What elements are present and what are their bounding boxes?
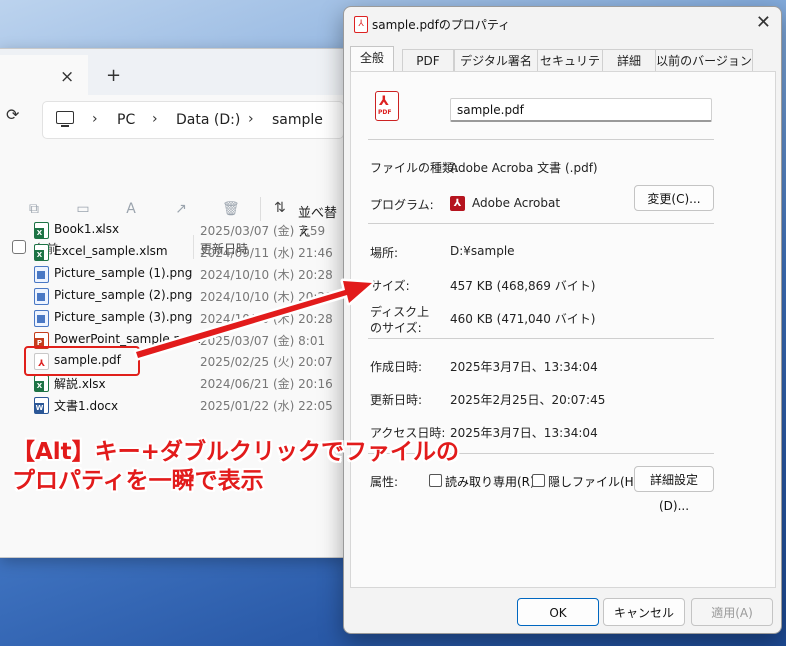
annotation-line-2: プロパティを一瞬で表示 xyxy=(12,468,264,494)
file-row[interactable]: Picture_sample (1).png 2024/10/10 (木) 20… xyxy=(0,263,345,285)
monitor-icon xyxy=(56,111,74,127)
pdf-icon: ⅄ xyxy=(354,16,368,33)
size-value: 457 KB (468,869 バイト) xyxy=(450,279,596,293)
annotation-line-1: 【Alt】キー+ダブルクリックでファイルの xyxy=(12,439,459,465)
image-file-icon xyxy=(34,266,49,283)
pdf-icon: ⅄ PDF xyxy=(375,91,399,121)
file-type-label: ファイルの種類: xyxy=(370,161,459,175)
file-name-field[interactable]: sample.pdf xyxy=(450,98,712,122)
file-date: 2025/03/07 (金) 7:59 xyxy=(200,224,326,238)
change-program-button[interactable]: 変更(C)... xyxy=(634,185,714,211)
cancel-button[interactable]: キャンセル xyxy=(603,598,685,626)
disk-size-label-1: ディスク上 xyxy=(370,305,430,319)
close-tab-icon[interactable]: × xyxy=(60,67,74,87)
file-name: 解説.xlsx xyxy=(54,377,106,391)
tab-general[interactable]: 全般 xyxy=(350,46,394,72)
file-name: Picture_sample (3).png xyxy=(54,310,193,324)
tab-pdf[interactable]: PDF xyxy=(402,49,454,72)
sort-icon[interactable]: ⇅ xyxy=(274,200,286,216)
file-name: Picture_sample (2).png xyxy=(54,288,193,302)
excel-file-icon: X xyxy=(34,244,49,261)
delete-icon[interactable]: 🗑 xyxy=(222,201,240,217)
accessed-value: 2025年3月7日、13:34:04 xyxy=(450,426,598,440)
location-value: D:¥sample xyxy=(450,244,515,258)
tab-digital-signature[interactable]: デジタル署名 xyxy=(454,49,538,72)
file-name: PowerPoint_sample.pptx xyxy=(54,332,201,346)
ok-button[interactable]: OK xyxy=(517,598,599,626)
tab-security[interactable]: セキュリティ xyxy=(537,49,603,90)
image-file-icon xyxy=(34,310,49,327)
location-label: 場所: xyxy=(370,246,399,260)
close-icon[interactable]: ✕ xyxy=(756,12,771,33)
file-name: 文書1.docx xyxy=(54,399,119,413)
file-row[interactable]: W 文書1.docx 2025/01/22 (水) 22:05 xyxy=(0,394,345,416)
program-label: プログラム: xyxy=(370,198,434,212)
modified-value: 2025年2月25日、20:07:45 xyxy=(450,393,606,407)
divider xyxy=(368,338,714,339)
excel-file-icon: X xyxy=(34,375,49,392)
file-name: Book1.xlsx xyxy=(54,222,120,236)
readonly-checkbox[interactable] xyxy=(429,474,442,487)
apply-button[interactable]: 適用(A) xyxy=(691,598,773,626)
readonly-label[interactable]: 読み取り専用(R) xyxy=(445,473,535,490)
file-row[interactable]: Picture_sample (3).png 2024/10/10 (木) 20… xyxy=(0,307,345,329)
tab-details[interactable]: 詳細 xyxy=(602,49,656,72)
file-row[interactable]: X Excel_sample.xlsm 2024/09/11 (水) 21:46 xyxy=(0,241,345,263)
divider xyxy=(368,139,714,140)
share-icon[interactable]: ↗ xyxy=(174,201,188,217)
file-row[interactable]: Picture_sample (2).png 2024/10/10 (木) 20… xyxy=(0,285,345,307)
excel-file-icon: X xyxy=(34,222,49,239)
file-type-value: Adobe Acroba 文書 (.pdf) xyxy=(450,161,598,175)
toolbar-divider xyxy=(260,197,261,221)
hidden-checkbox[interactable] xyxy=(532,474,545,487)
file-date: 2024/06/21 (金) 20:16 xyxy=(200,377,333,391)
file-date: 2024/10/10 (木) 20:28 xyxy=(200,268,333,282)
copy-icon[interactable]: ⧉ xyxy=(27,201,41,217)
general-panel: ⅄ PDF sample.pdf ファイルの種類: Adobe Acroba 文書… xyxy=(350,71,776,588)
created-value: 2025年3月7日、13:34:04 xyxy=(450,360,598,374)
explorer-tab-bar: × + xyxy=(0,49,345,95)
image-file-icon xyxy=(34,288,49,305)
disk-size-label-2: のサイズ: xyxy=(370,321,422,335)
dialog-title: sample.pdfのプロパティ xyxy=(372,18,511,32)
highlight-box xyxy=(24,346,140,376)
created-label: 作成日時: xyxy=(370,360,423,374)
rename-icon[interactable]: A xyxy=(124,201,138,217)
acrobat-icon: ⅄ xyxy=(450,196,465,211)
breadcrumb-pc[interactable]: PC xyxy=(117,112,135,128)
modified-label: 更新日時: xyxy=(370,393,423,407)
hidden-label[interactable]: 隠しファイル(H) xyxy=(548,473,638,490)
file-date: 2024/09/11 (水) 21:46 xyxy=(200,246,333,260)
breadcrumb-drive[interactable]: Data (D:) xyxy=(176,112,240,128)
properties-dialog: ⅄ sample.pdfのプロパティ ✕ 全般 PDF デジタル署名 セキュリテ… xyxy=(343,6,782,634)
file-date: 2025/01/22 (水) 22:05 xyxy=(200,399,333,413)
file-row[interactable]: X Book1.xlsx 2025/03/07 (金) 7:59 xyxy=(0,219,345,241)
file-name: Picture_sample (1).png xyxy=(54,266,193,280)
file-name: Excel_sample.xlsm xyxy=(54,244,168,258)
refresh-icon[interactable]: ⟳ xyxy=(6,105,19,124)
program-value: Adobe Acrobat xyxy=(472,196,561,210)
disk-size-value: 460 KB (471,040 バイト) xyxy=(450,312,596,326)
breadcrumb-folder[interactable]: sample xyxy=(272,112,323,128)
advanced-button[interactable]: 詳細設定(D)... xyxy=(634,466,714,513)
chevron-right-icon[interactable]: › xyxy=(92,111,98,127)
file-date: 2024/10/10 (木) 20:28 xyxy=(200,312,333,326)
file-date: 2025/02/25 (火) 20:07 xyxy=(200,355,333,369)
chevron-right-icon[interactable]: › xyxy=(152,111,158,127)
explorer-tab[interactable]: × xyxy=(0,55,88,95)
file-date: 2025/03/07 (金) 8:01 xyxy=(200,334,326,348)
paste-icon[interactable]: ▭ xyxy=(76,201,90,217)
annotation-callout: 【Alt】キー+ダブルクリックでファイルの プロパティを一瞬で表示 xyxy=(12,438,459,496)
file-date: 2024/10/10 (木) 20:28 xyxy=(200,290,333,304)
word-file-icon: W xyxy=(34,397,49,414)
new-tab-icon[interactable]: + xyxy=(106,65,121,86)
tab-previous-versions[interactable]: 以前のバージョン xyxy=(655,49,753,72)
chevron-right-icon[interactable]: › xyxy=(248,111,254,127)
dialog-title-bar[interactable]: ⅄ sample.pdfのプロパティ ✕ xyxy=(344,7,781,41)
size-label: サイズ: xyxy=(370,279,410,293)
divider xyxy=(368,223,714,224)
